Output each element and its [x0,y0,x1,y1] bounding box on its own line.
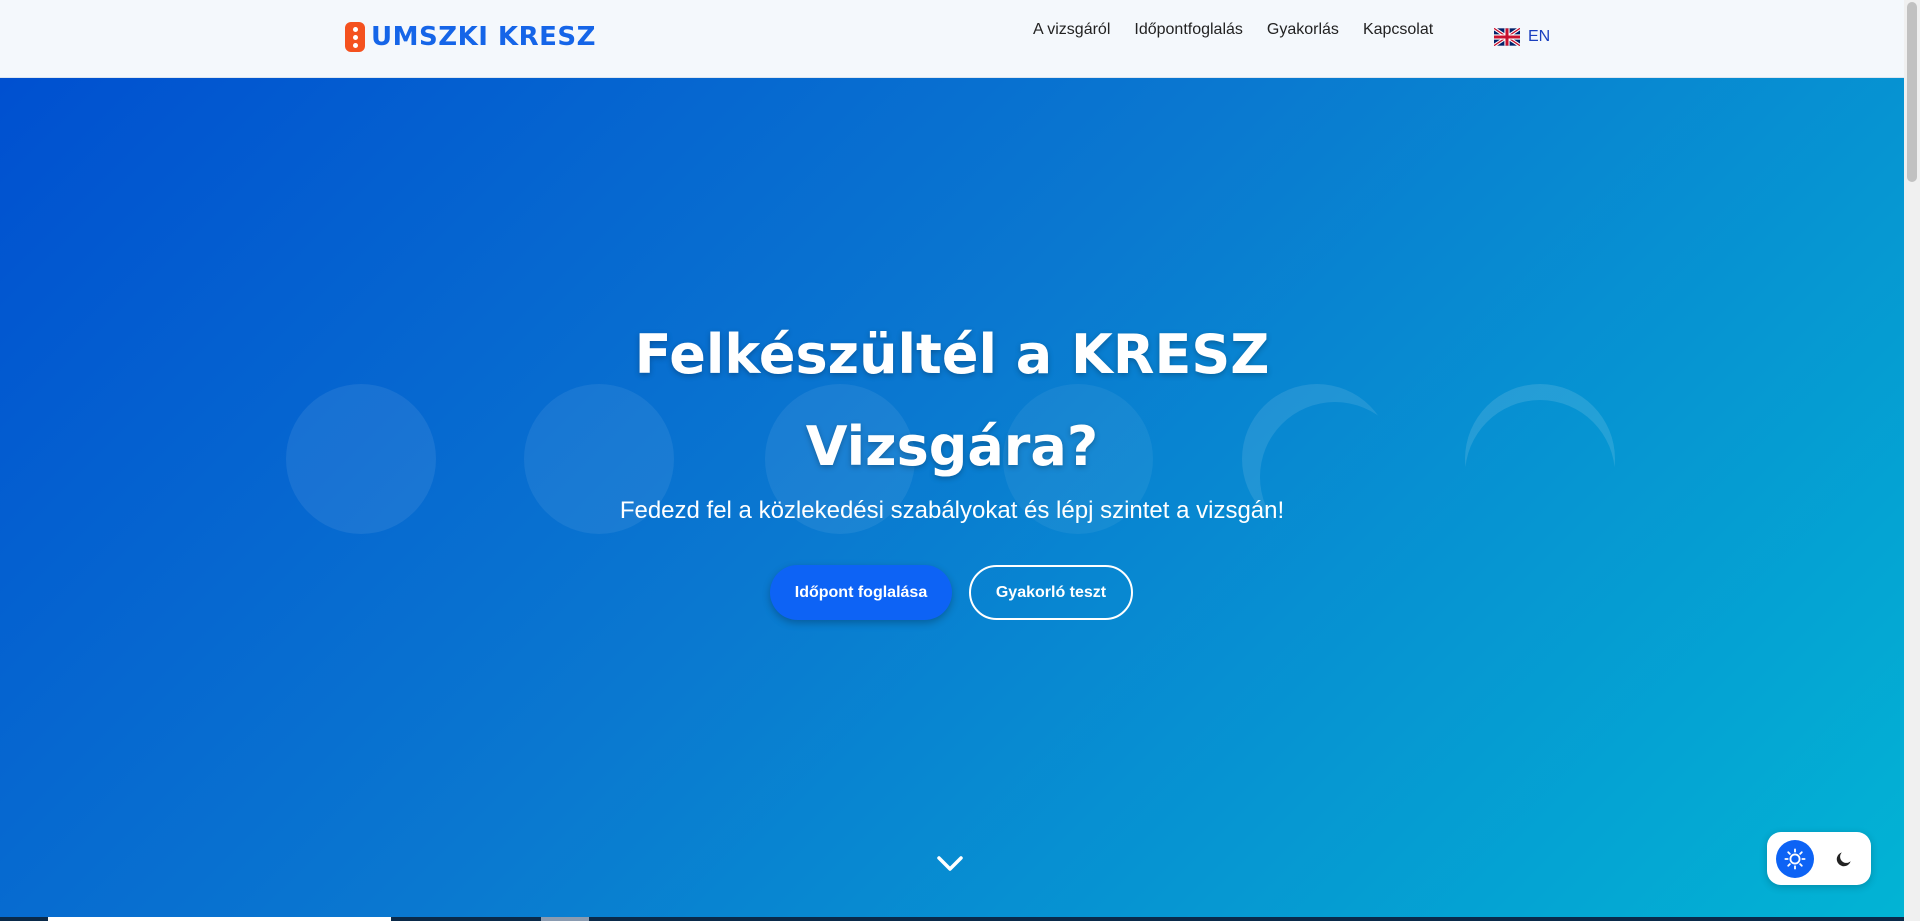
traffic-light-icon [345,22,365,52]
scrollbar-thumb[interactable] [1907,2,1917,182]
light-mode-button[interactable] [1776,840,1814,878]
page-scrollbar[interactable] [1904,0,1920,921]
practice-test-button[interactable]: Gyakorló teszt [969,565,1133,620]
language-label: EN [1528,28,1551,45]
nav-link-vizsgarol[interactable]: A vizsgáról [1033,21,1110,39]
logo-text: UMSZKI KRESZ [371,22,596,52]
hero-section: Felkészültél a KRESZ Vizsgára? Fedezd fe… [0,78,1904,921]
nav-link-gyakorlas[interactable]: Gyakorlás [1267,21,1339,39]
sun-icon [1784,848,1806,870]
hero-title-line-2: Vizsgára? [805,415,1099,478]
language-switcher[interactable]: EN [1494,28,1550,46]
main-nav: A vizsgáról Időpontfoglalás Gyakorlás Ka… [1033,21,1433,39]
theme-toggle [1767,832,1871,885]
site-header: UMSZKI KRESZ A vizsgáról Időpontfoglalás… [0,0,1904,78]
site-logo[interactable]: UMSZKI KRESZ [345,22,596,52]
uk-flag-icon [1494,28,1520,46]
moon-icon [1836,852,1851,867]
strip-segment [48,917,391,921]
nav-link-kapcsolat[interactable]: Kapcsolat [1363,21,1433,39]
chevron-down-icon[interactable] [935,848,965,878]
nav-link-idopontfoglalas[interactable]: Időpontfoglalás [1134,21,1243,39]
dark-mode-button[interactable] [1825,840,1863,878]
hero-title-line-1: Felkészültél a KRESZ [634,323,1270,386]
bottom-strip [0,917,1904,921]
hero-subtitle: Fedezd fel a közlekedési szabályokat és … [619,497,1285,524]
hero-title: Felkészültél a KRESZ Vizsgára? [0,309,1904,493]
strip-segment [541,917,589,921]
book-appointment-button[interactable]: Időpont foglalása [770,565,952,620]
